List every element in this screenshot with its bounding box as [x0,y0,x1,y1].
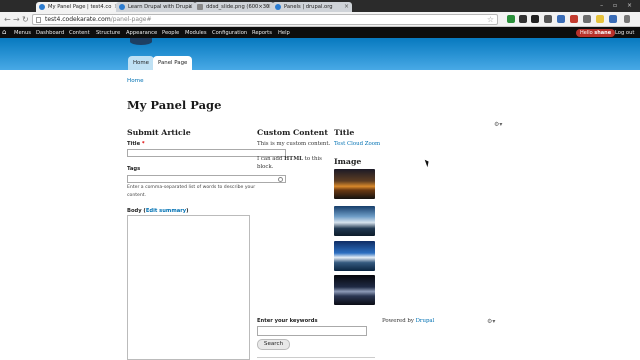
custom-content-line3: block. [257,164,274,170]
body-label-text: Body [127,208,142,214]
image-icon [197,4,203,10]
close-tab-icon[interactable]: × [344,3,349,10]
powered-by-text: Powered by [382,318,416,324]
line2-pre: I can add [257,156,285,162]
home-icon[interactable]: ⌂ [2,28,6,36]
browser-tab[interactable]: My Panel Page | test4.co × [36,2,122,12]
search-button[interactable]: Search [257,339,290,350]
drupal-icon [39,4,45,10]
extension-icon[interactable] [570,15,578,23]
extension-icon[interactable] [609,15,617,23]
bookmark-star-icon[interactable]: ☆ [487,15,494,24]
mouse-cursor-icon [424,158,431,168]
admin-menu-appearance[interactable]: Appearance [126,30,157,36]
tab-title: My Panel Page | test4.co [48,4,112,10]
extension-icon[interactable] [531,15,539,23]
drupal-link[interactable]: Drupal [416,318,435,324]
extension-icon[interactable] [507,15,515,23]
admin-menu-structure[interactable]: Structure [96,30,120,36]
browser-tab[interactable]: Panels | drupal.org × [272,2,352,12]
autocomplete-icon [278,177,283,182]
tags-label: Tags [127,166,141,172]
tags-field[interactable] [127,175,286,183]
site-header: Home Panel Page [0,38,640,70]
search-input[interactable] [257,326,367,336]
user-greeting[interactable]: Hello shane [576,29,616,37]
line2-bold: HTML [284,156,303,162]
title-label-text: Title [127,141,141,147]
powered-by: Powered by Drupal [382,318,434,324]
required-mark: * [141,141,145,147]
admin-toolbar: ⌂ Menus Dashboard Content Structure Appe… [0,27,640,38]
title-label: Title * [127,141,145,147]
logout-link[interactable]: Log out [615,30,634,36]
breadcrumb[interactable]: Home [127,78,144,84]
admin-menu-people[interactable]: People [162,30,179,36]
edit-summary-link[interactable]: Edit summary [146,208,186,214]
tab-home[interactable]: Home [128,56,154,70]
extension-icon[interactable] [544,15,552,23]
image-block-heading: Image [334,157,362,166]
close-tab-icon[interactable]: × [266,3,271,10]
browser-toolbar: ← → ↻ test4.codekarate.com/panel-page# ☆ [0,12,640,27]
custom-content-heading: Custom Content [257,128,328,137]
back-icon[interactable]: ← [4,15,11,24]
admin-menu-content[interactable]: Content [69,30,90,36]
custom-content-line1: This is my custom content. [257,141,331,147]
admin-menu-dashboard[interactable]: Dashboard [36,30,64,36]
extension-icon[interactable] [583,15,591,23]
reload-icon[interactable]: ↻ [22,15,29,24]
drupal-icon [119,4,125,10]
line2-post: to this [302,156,322,162]
extension-icon[interactable] [596,15,604,23]
page-title: My Panel Page [127,98,222,112]
extension-icon[interactable] [557,15,565,23]
body-label: Body (Edit summary) [127,208,189,214]
divider [257,357,375,358]
address-bar[interactable]: test4.codekarate.com/panel-page# ☆ [32,14,498,25]
browser-tab-strip: My Panel Page | test4.co × Learn Drupal … [0,0,640,12]
greeting-prefix: Hello [580,30,595,36]
url-path: /panel-page# [110,16,152,23]
test-cloud-zoom-link[interactable]: Test Cloud Zoom [334,141,380,147]
page-icon [36,17,41,23]
forward-icon[interactable]: → [13,15,20,24]
close-tab-icon[interactable]: × [188,3,193,10]
tab-title: ddsd_slide.png (600×30 [206,4,270,10]
menu-icon[interactable] [624,15,630,23]
browser-tab[interactable]: ddsd_slide.png (600×30 × [194,2,274,12]
username: shane [594,30,612,36]
extension-icon[interactable] [519,15,527,23]
window-controls[interactable]: – ▫ × [600,2,636,9]
admin-menu-menus[interactable]: Menus [14,30,31,36]
tab-panel-page[interactable]: Panel Page [153,56,193,70]
browser-tab[interactable]: Learn Drupal with Drupa × [116,2,196,12]
drupal-icon [275,4,281,10]
body-textarea[interactable] [127,215,250,360]
sunset-image[interactable] [334,169,375,199]
site-logo[interactable] [130,38,152,45]
night-horizon-image[interactable] [334,275,375,305]
submit-article-heading: Submit Article [127,128,191,137]
title-block-heading: Title [334,128,355,137]
tab-title: Panels | drupal.org [284,4,333,10]
custom-content-line2: I can add HTML to this [257,156,322,162]
search-label: Enter your keywords [257,318,318,324]
admin-menu-reports[interactable]: Reports [252,30,272,36]
seascape-image[interactable] [334,241,375,271]
admin-menu-configuration[interactable]: Configuration [212,30,247,36]
admin-menu-modules[interactable]: Modules [185,30,207,36]
admin-menu-help[interactable]: Help [278,30,290,36]
tags-description: Enter a comma-separated list of words to… [127,185,256,198]
gear-icon[interactable]: ⚙▾ [487,318,495,325]
url-host: test4.codekarate.com [45,16,111,23]
lake-image[interactable] [334,206,375,236]
gear-icon[interactable]: ⚙▾ [494,121,502,128]
tab-title: Learn Drupal with Drupa [128,4,192,10]
